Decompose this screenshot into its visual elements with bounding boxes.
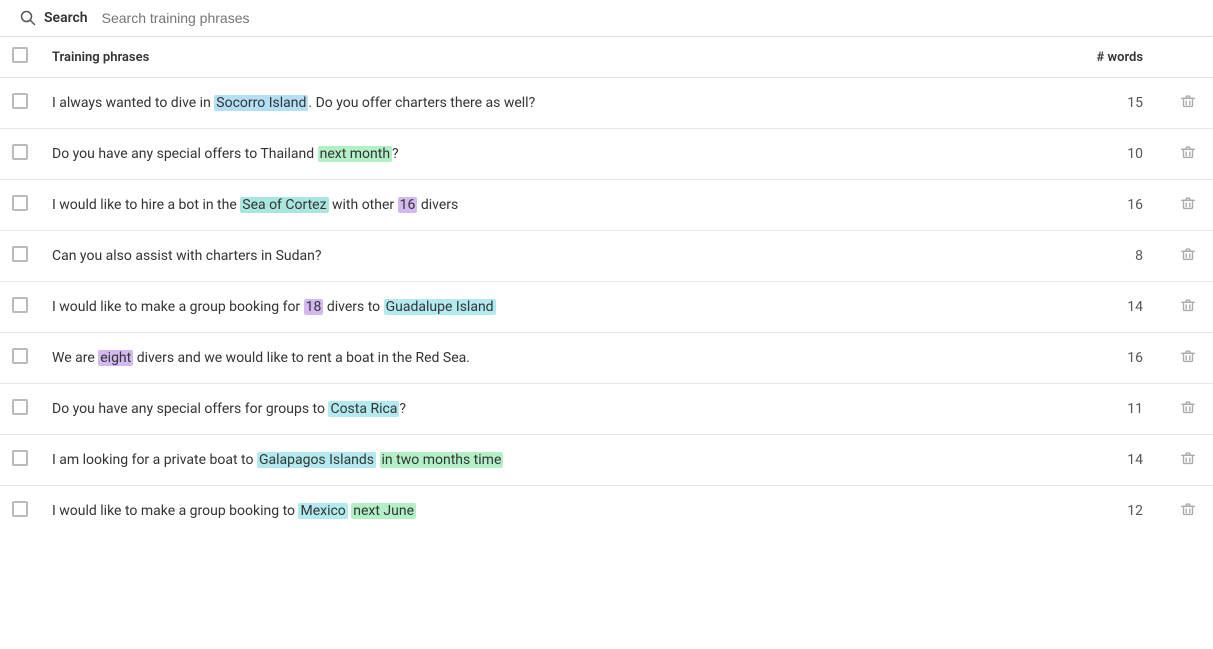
row-word-count: 14 [1063, 435, 1163, 486]
row-delete-cell [1163, 486, 1213, 537]
header-words: # words [1063, 37, 1163, 78]
row-checkbox-cell [0, 231, 40, 282]
table-row: Do you have any special offers to Thaila… [0, 129, 1213, 180]
row-checkbox[interactable] [12, 450, 28, 466]
delete-button[interactable] [1179, 500, 1197, 518]
row-checkbox-cell [0, 384, 40, 435]
row-phrase: Do you have any special offers to Thaila… [40, 129, 1063, 180]
row-delete-cell [1163, 384, 1213, 435]
row-word-count: 8 [1063, 231, 1163, 282]
row-checkbox-cell [0, 282, 40, 333]
row-checkbox[interactable] [12, 399, 28, 415]
row-phrase: I would like to make a group booking to … [40, 486, 1063, 537]
row-checkbox[interactable] [12, 348, 28, 364]
row-delete-cell [1163, 435, 1213, 486]
table-row: Do you have any special offers for group… [0, 384, 1213, 435]
row-word-count: 11 [1063, 384, 1163, 435]
row-checkbox[interactable] [12, 144, 28, 160]
row-word-count: 14 [1063, 282, 1163, 333]
table-row: I am looking for a private boat to Galap… [0, 435, 1213, 486]
delete-button[interactable] [1179, 347, 1197, 365]
row-word-count: 16 [1063, 333, 1163, 384]
row-checkbox-cell [0, 78, 40, 129]
row-checkbox[interactable] [12, 93, 28, 109]
row-delete-cell [1163, 78, 1213, 129]
table-row: We are eight divers and we would like to… [0, 333, 1213, 384]
row-checkbox[interactable] [12, 246, 28, 262]
row-phrase: Do you have any special offers for group… [40, 384, 1063, 435]
delete-button[interactable] [1179, 398, 1197, 416]
row-delete-cell [1163, 129, 1213, 180]
row-checkbox-cell [0, 333, 40, 384]
training-phrases-table: Training phrases # words I always wanted… [0, 37, 1213, 536]
delete-button[interactable] [1179, 296, 1197, 314]
header-checkbox-col [0, 37, 40, 78]
header-checkbox[interactable] [12, 47, 28, 63]
row-word-count: 12 [1063, 486, 1163, 537]
row-word-count: 10 [1063, 129, 1163, 180]
row-phrase: I would like to make a group booking for… [40, 282, 1063, 333]
row-phrase: Can you also assist with charters in Sud… [40, 231, 1063, 282]
search-bar: Search [0, 0, 1213, 37]
table-row: Can you also assist with charters in Sud… [0, 231, 1213, 282]
search-icon [20, 10, 36, 26]
row-delete-cell [1163, 282, 1213, 333]
row-word-count: 16 [1063, 180, 1163, 231]
row-phrase: We are eight divers and we would like to… [40, 333, 1063, 384]
delete-button[interactable] [1179, 449, 1197, 467]
search-input[interactable] [102, 10, 1193, 26]
row-checkbox-cell [0, 180, 40, 231]
table-row: I would like to hire a bot in the Sea of… [0, 180, 1213, 231]
row-delete-cell [1163, 180, 1213, 231]
row-phrase: I am looking for a private boat to Galap… [40, 435, 1063, 486]
row-delete-cell [1163, 231, 1213, 282]
row-checkbox[interactable] [12, 297, 28, 313]
table-row: I always wanted to dive in Socorro Islan… [0, 78, 1213, 129]
table-row: I would like to make a group booking for… [0, 282, 1213, 333]
row-word-count: 15 [1063, 78, 1163, 129]
header-phrase: Training phrases [40, 37, 1063, 78]
row-checkbox[interactable] [12, 195, 28, 211]
delete-button[interactable] [1179, 143, 1197, 161]
table-row: I would like to make a group booking to … [0, 486, 1213, 537]
row-checkbox-cell [0, 435, 40, 486]
row-checkbox-cell [0, 486, 40, 537]
search-label: Search [44, 10, 88, 26]
table-header-row: Training phrases # words [0, 37, 1213, 78]
delete-button[interactable] [1179, 92, 1197, 110]
row-phrase: I would like to hire a bot in the Sea of… [40, 180, 1063, 231]
row-checkbox[interactable] [12, 501, 28, 517]
delete-button[interactable] [1179, 245, 1197, 263]
row-phrase: I always wanted to dive in Socorro Islan… [40, 78, 1063, 129]
delete-button[interactable] [1179, 194, 1197, 212]
row-delete-cell [1163, 333, 1213, 384]
row-checkbox-cell [0, 129, 40, 180]
header-action [1163, 37, 1213, 78]
